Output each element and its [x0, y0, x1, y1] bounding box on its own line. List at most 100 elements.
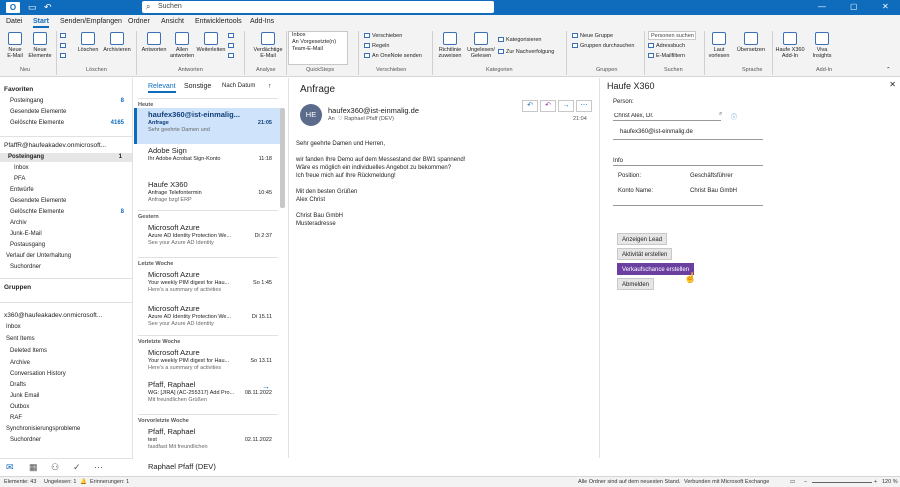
- message-item[interactable]: haufex360@ist-einmalig... Anfrage 21:05 …: [134, 108, 282, 144]
- fav-item-inbox[interactable]: Posteingang 8: [10, 98, 128, 104]
- folder-x360-inbox[interactable]: Inbox: [6, 324, 124, 330]
- collapse-ribbon-icon[interactable]: ⌃: [886, 67, 891, 74]
- message-item[interactable]: Microsoft Azure Your weekly PIM digest f…: [134, 268, 282, 304]
- zoom-in-icon[interactable]: +: [874, 479, 877, 485]
- folder-conversation-history[interactable]: Verlauf der Unterhaltung: [6, 253, 124, 259]
- filter-email-button[interactable]: E-Mailfiltern: [648, 53, 685, 60]
- status-reminders[interactable]: Erinnerungen: 1: [90, 479, 129, 485]
- people-icon[interactable]: ⚇: [51, 462, 59, 473]
- quickstep-manager[interactable]: An Vorgesetzte(n): [289, 39, 347, 46]
- folder-inbox-sub[interactable]: Inbox: [14, 165, 132, 171]
- folder-pfa[interactable]: PFA: [14, 176, 132, 182]
- mail-icon[interactable]: ✉: [6, 462, 14, 473]
- cleanup-icon[interactable]: [60, 43, 68, 50]
- create-opportunity-button[interactable]: Verkaufschance erstellen: [617, 263, 695, 275]
- folder-search[interactable]: Suchordner: [10, 264, 128, 270]
- unread-read-button[interactable]: Ungelesen/ Gelesen: [466, 32, 496, 59]
- calendar-icon[interactable]: ▦: [29, 462, 38, 473]
- more-icon[interactable]: ⋯: [94, 462, 103, 473]
- haufe-addin-button[interactable]: Haufe X360 Add-In: [774, 32, 806, 59]
- translate-button[interactable]: Übersetzen: [734, 32, 768, 53]
- account-pfaff[interactable]: PfaffR@haufeakadev.onmicrosoft...: [4, 142, 106, 149]
- create-activity-button[interactable]: Aktivität erstellen: [617, 248, 673, 260]
- new-items-button[interactable]: Neue Elemente: [28, 32, 52, 59]
- quicksteps-gallery[interactable]: Inbox An Vorgesetzte(n) Team-E-Mail: [288, 31, 348, 65]
- new-email-button[interactable]: Neue E-Mail: [4, 32, 26, 59]
- logout-button[interactable]: Abmelden: [617, 278, 655, 290]
- forward-button[interactable]: Weiterleiten: [196, 32, 226, 53]
- tab-focused[interactable]: Relevant: [148, 83, 176, 93]
- sender-address[interactable]: haufex360@ist-einmalig.de: [328, 106, 419, 115]
- tab-other[interactable]: Sonstige: [184, 83, 211, 90]
- archive-button[interactable]: Archivieren: [102, 32, 132, 53]
- folder-inbox[interactable]: Posteingang 1: [8, 154, 126, 160]
- folder-archive[interactable]: Archiv: [10, 220, 128, 226]
- folder-x360-archive[interactable]: Archive: [10, 360, 128, 366]
- browse-groups-button[interactable]: Gruppen durchsuchen: [572, 43, 634, 50]
- delete-button[interactable]: Löschen: [76, 32, 100, 53]
- favorites-header[interactable]: Favoriten: [4, 86, 33, 93]
- folder-x360-search[interactable]: Suchordner: [10, 437, 128, 443]
- reply-all-button[interactable]: Allen antworten: [170, 32, 194, 59]
- move-button[interactable]: Verschieben: [364, 33, 402, 40]
- reply-button[interactable]: Antworten: [140, 32, 168, 53]
- folder-x360-conversation[interactable]: Conversation History: [10, 371, 128, 377]
- folder-x360-drafts[interactable]: Drafts: [10, 382, 128, 388]
- sort-dropdown[interactable]: Nach Datum: [222, 83, 255, 89]
- followup-button[interactable]: Zur Nachverfolgung: [498, 49, 554, 56]
- zoom-slider[interactable]: [812, 482, 872, 483]
- folder-x360-raf[interactable]: RAF: [10, 415, 128, 421]
- folder-x360-junk[interactable]: Junk Email: [10, 393, 128, 399]
- forward-icon[interactable]: →: [558, 100, 574, 112]
- tab-send-receive[interactable]: Senden/Empfangen: [60, 18, 122, 25]
- reminders-icon[interactable]: 🔔: [80, 479, 87, 485]
- people-search-input[interactable]: Personen suchen: [648, 31, 696, 40]
- address-book-button[interactable]: Adressbuch: [648, 43, 685, 50]
- group-header-lastweek[interactable]: Letzte Woche: [138, 257, 278, 267]
- categorize-button[interactable]: Kategorisieren: [498, 37, 541, 44]
- sender-avatar[interactable]: HE: [300, 104, 322, 126]
- message-item[interactable]: Pfaff, Raphael test 02.11.2022 fasdfast …: [134, 425, 282, 450]
- quickstep-inbox[interactable]: Inbox: [289, 32, 347, 39]
- viva-insights-button[interactable]: Viva Insights: [808, 32, 836, 59]
- meeting-icon[interactable]: [228, 33, 236, 40]
- message-item[interactable]: Microsoft Azure Your weekly PIM digest f…: [134, 346, 282, 382]
- ignore-icon[interactable]: [60, 33, 68, 40]
- report-suspicious-button[interactable]: Verdächtige E-Mail: [252, 32, 284, 59]
- reply-all-icon[interactable]: ↶: [540, 100, 556, 112]
- rules-button[interactable]: Regeln: [364, 43, 389, 50]
- tab-addins[interactable]: Add-Ins: [250, 18, 274, 25]
- group-header-yesterday[interactable]: Gestern: [138, 210, 278, 220]
- junk-icon[interactable]: [60, 53, 68, 60]
- tab-file[interactable]: Datei: [6, 18, 22, 25]
- folder-x360-outbox[interactable]: Outbox: [10, 404, 128, 410]
- more-actions-icon[interactable]: ⋯: [576, 100, 592, 112]
- search-box[interactable]: ⌕ Suchen: [142, 1, 494, 13]
- onenote-button[interactable]: An OneNote senden: [364, 53, 422, 60]
- close-pane-icon[interactable]: ✕: [889, 80, 896, 89]
- new-group-button[interactable]: Neue Gruppe: [572, 33, 613, 40]
- group-header-prevweek[interactable]: Vorletzte Woche: [138, 335, 278, 345]
- close-icon[interactable]: ✕: [882, 2, 889, 11]
- fav-item-sent[interactable]: Gesendete Elemente: [10, 109, 128, 115]
- message-item[interactable]: Haufe X360 Anfrage Telefontermin 10:45 A…: [134, 178, 282, 214]
- folder-deleted[interactable]: Gelöschte Elemente 8: [10, 209, 128, 215]
- account-x360[interactable]: x360@haufeakadev.onmicrosoft...: [4, 312, 102, 319]
- folder-x360-sent[interactable]: Sent Items: [6, 336, 124, 342]
- person-field[interactable]: [613, 111, 721, 121]
- folder-outbox[interactable]: Postausgang: [10, 242, 128, 248]
- folder-junk[interactable]: Junk-E-Mail: [10, 231, 128, 237]
- groups-header[interactable]: Gruppen: [4, 284, 31, 291]
- message-item[interactable]: Microsoft Azure Azure AD Identity Protec…: [134, 302, 282, 338]
- message-item[interactable]: Adobe Sign Ihr Adobe Acrobat Sign-Konto …: [134, 144, 282, 180]
- reading-view-icon[interactable]: ▭: [790, 479, 795, 485]
- save-icon[interactable]: ▭: [28, 2, 37, 13]
- tab-developer[interactable]: Entwicklertools: [195, 18, 242, 25]
- show-lead-button[interactable]: Anzeigen Lead: [617, 233, 668, 245]
- tab-view[interactable]: Ansicht: [161, 18, 184, 25]
- read-aloud-button[interactable]: Laut vorlesen: [706, 32, 732, 59]
- im-icon[interactable]: [228, 43, 236, 50]
- tasks-icon[interactable]: ✓: [73, 462, 81, 473]
- folder-x360-deleted[interactable]: Deleted Items: [10, 348, 128, 354]
- quickstep-team[interactable]: Team-E-Mail: [289, 46, 347, 53]
